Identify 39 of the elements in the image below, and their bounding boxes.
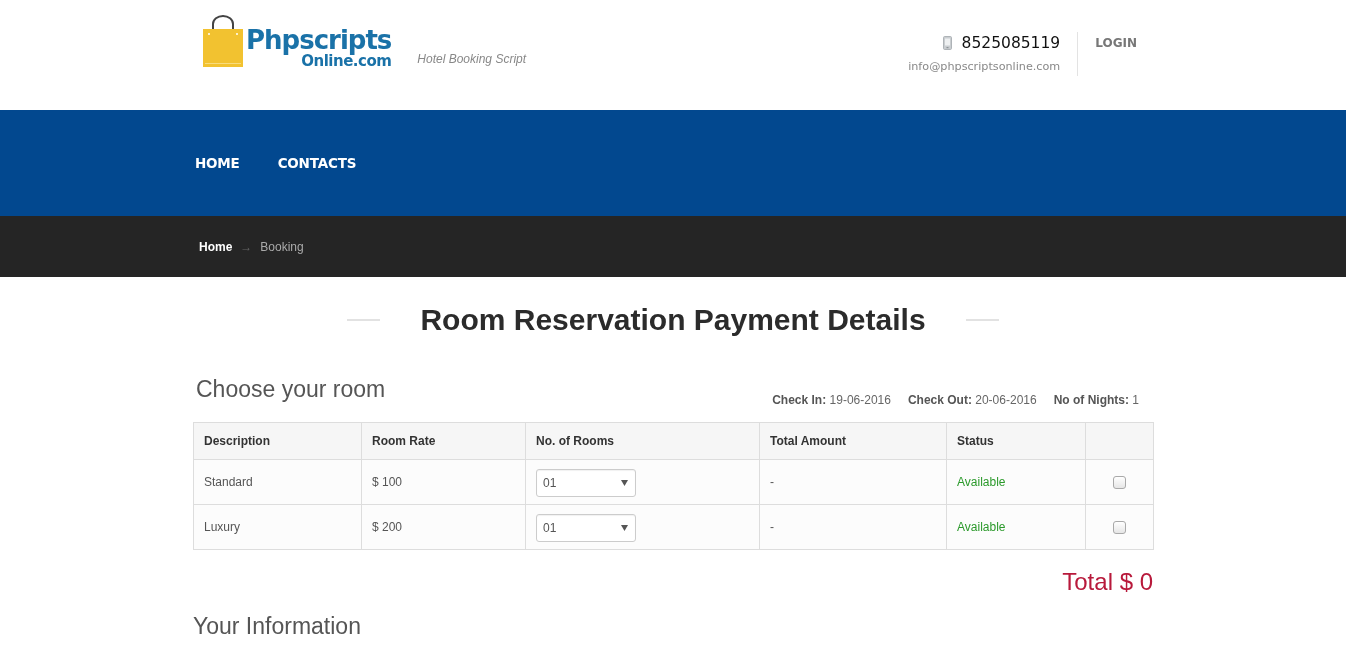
- room-checkbox[interactable]: [1113, 520, 1126, 534]
- shopping-bag-icon: [203, 15, 243, 67]
- table-cell: -: [759, 504, 947, 550]
- table-cell: Standard: [193, 459, 362, 505]
- column-header: Room Rate: [361, 422, 526, 460]
- logo-title[interactable]: Phpscripts: [246, 27, 392, 53]
- rooms-select[interactable]: 01: [536, 469, 636, 497]
- total-amount: Total $ 0: [1062, 568, 1153, 596]
- tagline: Hotel Booking Script: [417, 52, 527, 66]
- table-cell: $ 100: [361, 459, 526, 505]
- caret-icon: [621, 525, 628, 531]
- login-link[interactable]: LOGIN: [1095, 36, 1137, 50]
- column-header: Status: [946, 422, 1086, 460]
- section-heading: Your Information: [193, 612, 362, 640]
- column-header: Description: [193, 422, 362, 460]
- stay-info: Check In: 19-06-2016: [772, 393, 891, 407]
- logo-subtitle[interactable]: Online.com: [301, 53, 392, 69]
- nav-link[interactable]: CONTACTS: [277, 153, 357, 173]
- email-address: info@phpscriptsonline.com: [908, 60, 1061, 74]
- caret-icon: [621, 480, 628, 486]
- table-cell: -: [759, 459, 947, 505]
- status-cell: Available: [946, 459, 1086, 505]
- breadcrumb-link[interactable]: Home: [199, 239, 233, 254]
- mobile-phone-icon: [942, 36, 952, 50]
- breadcrumb-current: Booking: [260, 239, 304, 254]
- room-checkbox[interactable]: [1113, 475, 1126, 489]
- status-cell: Available: [946, 504, 1086, 550]
- column-header: Total Amount: [759, 422, 947, 460]
- column-header: No. of Rooms: [525, 422, 760, 460]
- table-cell: Luxury: [193, 504, 362, 550]
- phone-number: 8525085119: [961, 33, 1061, 54]
- stay-info: No of Nights: 1: [1053, 393, 1139, 407]
- rooms-select[interactable]: 01: [536, 514, 636, 542]
- nav-link[interactable]: HOME: [195, 153, 240, 173]
- section-heading: Choose your room: [196, 375, 386, 403]
- page-title: Room Reservation Payment Details: [420, 302, 926, 338]
- breadcrumb-separator: →: [240, 239, 253, 254]
- table-cell: $ 200: [361, 504, 526, 550]
- stay-info: Check Out: 20-06-2016: [907, 393, 1037, 407]
